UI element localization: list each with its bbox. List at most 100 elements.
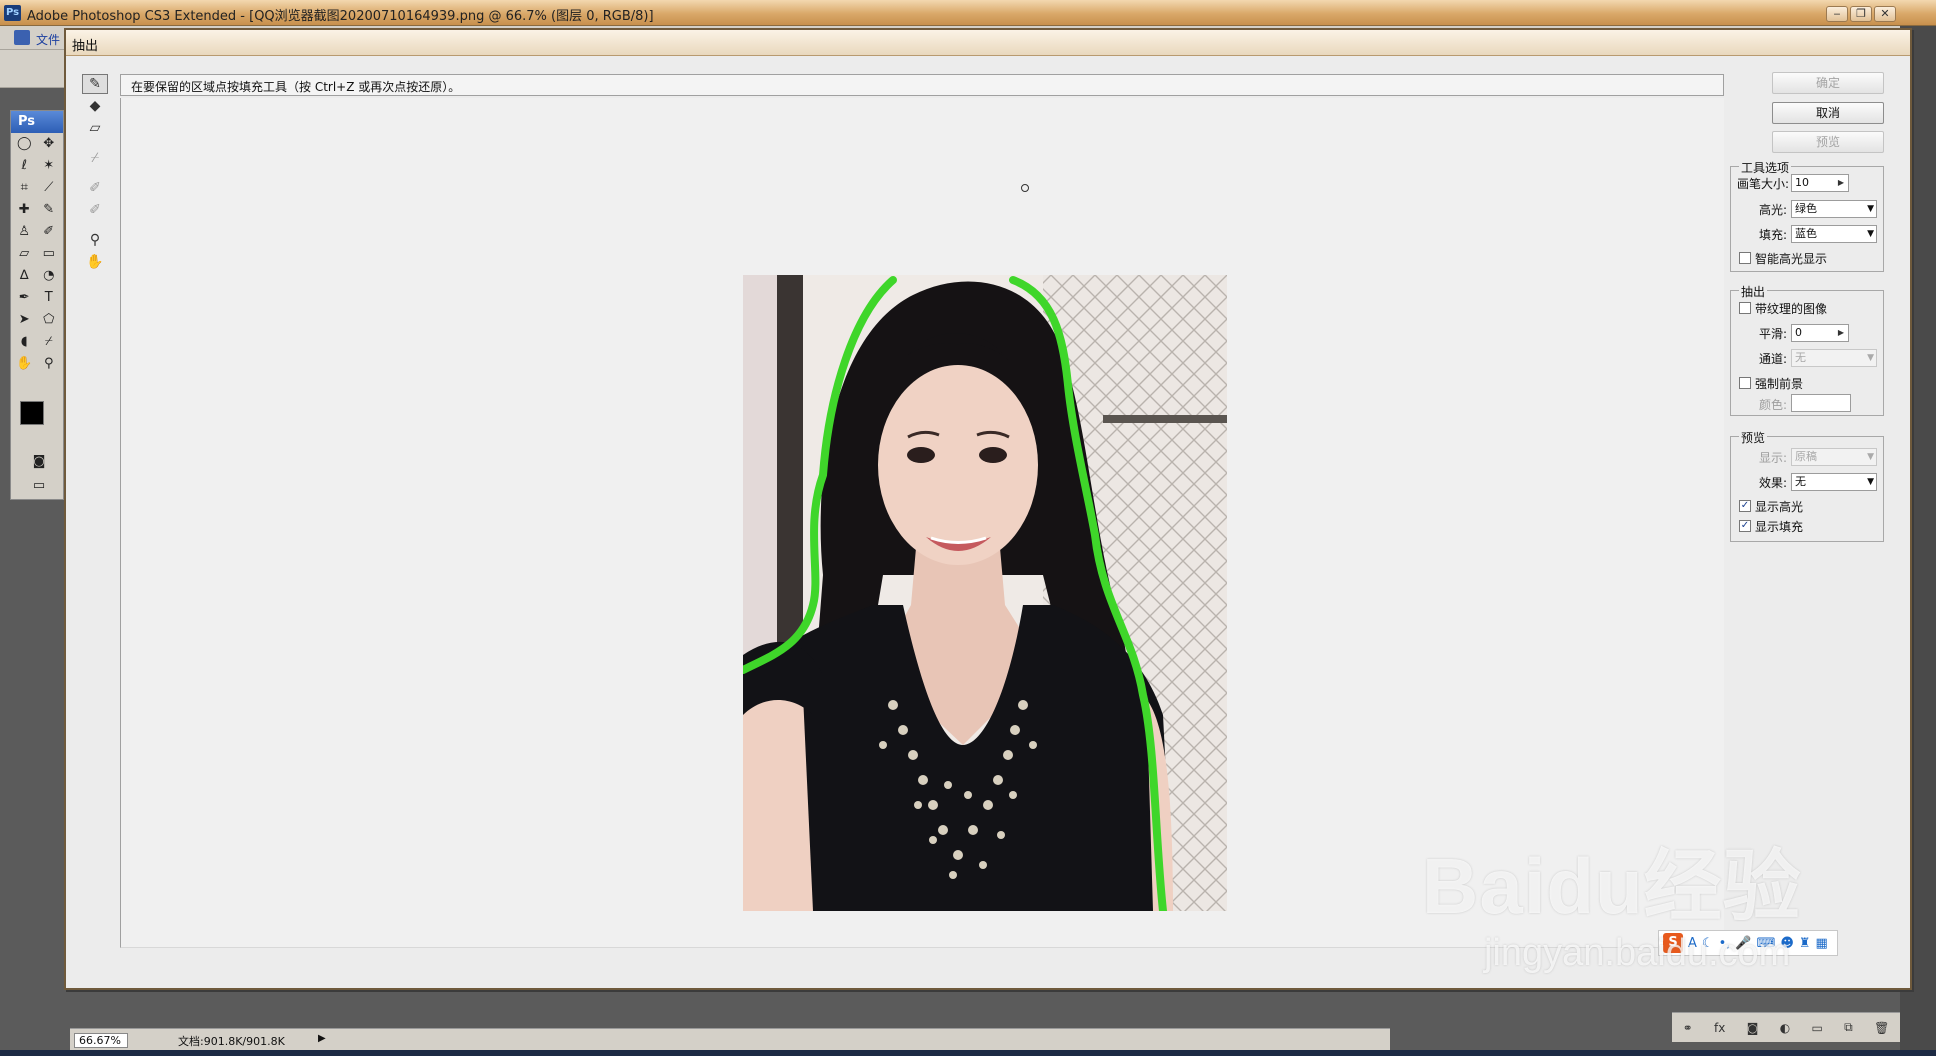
layers-panel-footer: ⚭ fx ◙ ◐ ▭ ⧉ 🗑 — [1672, 1012, 1900, 1042]
highlight-select[interactable]: 绿色 ▼ — [1791, 200, 1877, 218]
magic-wand-tool-icon[interactable]: ✶ — [39, 155, 60, 175]
stamp-tool-icon[interactable]: ♙ — [14, 221, 35, 241]
effect-label: 效果: — [1759, 476, 1788, 490]
eraser-icon[interactable]: ▱ — [82, 118, 108, 138]
zoom-readout[interactable]: 66.67% — [74, 1033, 128, 1048]
smooth-slider-icon[interactable]: ▶ — [1838, 325, 1844, 341]
baidu-watermark: Baidu经验 — [1422, 842, 1802, 930]
healing-brush-icon[interactable]: ✚ — [14, 199, 35, 219]
show-fill-checkbox[interactable]: ✓ — [1739, 520, 1751, 532]
dialog-titlebar: 抽出 — [66, 30, 1910, 56]
fill-bucket-icon[interactable]: ◆ — [82, 96, 108, 116]
lasso-tool-icon[interactable]: ℓ — [14, 155, 35, 175]
new-group-icon[interactable]: ▭ — [1812, 1021, 1823, 1035]
pen-tool-icon[interactable]: ✒ — [14, 287, 35, 307]
crop-tool-icon[interactable]: ⌗ — [14, 177, 35, 197]
chevron-down-icon: ▼ — [1867, 229, 1874, 239]
adjustment-layer-icon[interactable]: ◐ — [1780, 1021, 1790, 1035]
marquee-tool-icon[interactable]: ◯ — [14, 133, 35, 153]
toolbox-header: Ps — [11, 111, 63, 133]
document-icon — [14, 30, 30, 45]
portrait-photo[interactable] — [743, 275, 1227, 911]
close-button[interactable]: ✕ — [1874, 6, 1896, 22]
menu-file[interactable]: 文件 — [36, 31, 60, 48]
extraction-legend: 抽出 — [1739, 283, 1768, 300]
notes-tool-icon[interactable]: ◖ — [14, 331, 35, 351]
zoom-tool-icon[interactable]: ⚲ — [39, 353, 60, 373]
chevron-down-icon: ▼ — [1867, 204, 1874, 214]
smart-highlight-checkbox[interactable] — [1739, 252, 1751, 264]
force-foreground-checkbox[interactable] — [1739, 377, 1751, 389]
color-swatch[interactable] — [1791, 394, 1851, 412]
move-tool-icon[interactable]: ✥ — [39, 133, 60, 153]
extraction-panel: 抽出 带纹理的图像 平滑: 0 ▶ 通道: 无 ▼ 强制前景 颜色: — [1730, 283, 1884, 416]
instruction-text: 在要保留的区域点按填充工具（按 Ctrl+Z 或再次点按还原）。 — [120, 74, 1724, 96]
zoom-icon[interactable]: ⚲ — [82, 230, 108, 250]
extract-toolbar: ✎ ◆ ▱ ⌿ ✐ ✐ ⚲ ✋ — [82, 74, 114, 294]
type-tool-icon[interactable]: T — [39, 287, 60, 307]
minimize-button[interactable]: ‒ — [1826, 6, 1848, 22]
fill-label: 填充: — [1759, 228, 1788, 242]
ok-button[interactable]: 确定 — [1772, 72, 1884, 94]
ime-grid-icon[interactable]: ▦ — [1816, 936, 1828, 951]
shape-tool-icon[interactable]: ⬠ — [39, 309, 60, 329]
chevron-down-icon: ▼ — [1867, 477, 1874, 487]
tool-options-panel: 工具选项 画笔大小: 10 ▶ 高光: 绿色 ▼ 填充: 蓝色 ▼ 智能高光显示 — [1730, 159, 1884, 272]
cleanup-icon[interactable]: ✐ — [82, 178, 108, 198]
slice-tool-icon[interactable]: ⟋ — [39, 177, 60, 197]
restore-button[interactable]: ❐ — [1850, 6, 1872, 22]
cancel-button[interactable]: 取消 — [1772, 102, 1884, 124]
channel-select[interactable]: 无 ▼ — [1791, 349, 1877, 367]
new-layer-icon[interactable]: ⧉ — [1844, 1020, 1853, 1035]
brush-cursor-icon — [1021, 184, 1029, 192]
layer-mask-icon[interactable]: ◙ — [1747, 1021, 1759, 1035]
window-title: Adobe Photoshop CS3 Extended - [QQ浏览器截图2… — [27, 9, 654, 24]
show-fill-label: 显示填充 — [1755, 520, 1804, 534]
edge-touchup-icon[interactable]: ✐ — [82, 200, 108, 220]
quick-mask-icon[interactable]: ◙ — [28, 451, 50, 471]
smooth-label: 平滑: — [1759, 327, 1788, 341]
fill-select[interactable]: 蓝色 ▼ — [1791, 225, 1877, 243]
hand-tool-icon[interactable]: ✋ — [14, 353, 35, 373]
history-brush-icon[interactable]: ✐ — [39, 221, 60, 241]
brush-size-value: 10 — [1795, 176, 1809, 189]
highlight-value: 绿色 — [1795, 202, 1817, 215]
smart-highlight-label: 智能高光显示 — [1755, 252, 1828, 266]
brush-tool-icon[interactable]: ✎ — [39, 199, 60, 219]
path-select-icon[interactable]: ➤ — [14, 309, 35, 329]
status-menu-arrow-icon[interactable]: ▶ — [318, 1033, 326, 1044]
chevron-down-icon: ▼ — [1867, 353, 1874, 363]
delete-layer-icon[interactable]: 🗑 — [1874, 1021, 1889, 1035]
link-layers-icon[interactable]: ⚭ — [1683, 1021, 1693, 1035]
ime-skin-icon[interactable]: ♜ — [1799, 936, 1811, 951]
hand-icon[interactable]: ✋ — [82, 252, 108, 272]
options-bar — [0, 50, 70, 88]
effect-select[interactable]: 无 ▼ — [1791, 473, 1877, 491]
brush-size-field[interactable]: 10 ▶ — [1791, 174, 1849, 192]
color-label: 颜色: — [1759, 398, 1788, 412]
show-value: 原稿 — [1795, 450, 1817, 463]
layer-style-icon[interactable]: fx — [1714, 1021, 1725, 1035]
smooth-field[interactable]: 0 ▶ — [1791, 324, 1849, 342]
channel-label: 通道: — [1759, 352, 1788, 366]
preview-button[interactable]: 预览 — [1772, 131, 1884, 153]
screen-mode-icon[interactable]: ▭ — [28, 475, 50, 495]
brush-size-slider-icon[interactable]: ▶ — [1838, 175, 1844, 191]
show-highlight-checkbox[interactable]: ✓ — [1739, 500, 1751, 512]
extract-canvas[interactable] — [120, 98, 1724, 948]
blur-tool-icon[interactable]: ∆ — [14, 265, 35, 285]
effect-value: 无 — [1795, 475, 1806, 488]
eraser-tool-icon[interactable]: ▱ — [14, 243, 35, 263]
gradient-tool-icon[interactable]: ▭ — [39, 243, 60, 263]
eyedropper-tool-icon[interactable]: ⌿ — [39, 331, 60, 351]
photoshop-logo-icon: Ps — [4, 5, 21, 21]
dialog-title: 抽出 — [72, 39, 99, 54]
foreground-color-swatch[interactable] — [20, 401, 44, 425]
watermark-url: jingyan.baidu.com — [1484, 932, 1791, 974]
show-select[interactable]: 原稿 ▼ — [1791, 448, 1877, 466]
textured-image-checkbox[interactable] — [1739, 302, 1751, 314]
toolbox: Ps ◯ ✥ ℓ ✶ ⌗ ⟋ ✚ ✎ ♙ ✐ ▱ ▭ ∆ ◔ ✒ T ➤ ⬠ ◖ ⌿ ✋ ⚲ ◙ ▭ — [10, 110, 64, 500]
eyedropper-icon[interactable]: ⌿ — [82, 148, 108, 168]
edge-highlighter-icon[interactable]: ✎ — [82, 74, 108, 94]
dodge-tool-icon[interactable]: ◔ — [39, 265, 60, 285]
